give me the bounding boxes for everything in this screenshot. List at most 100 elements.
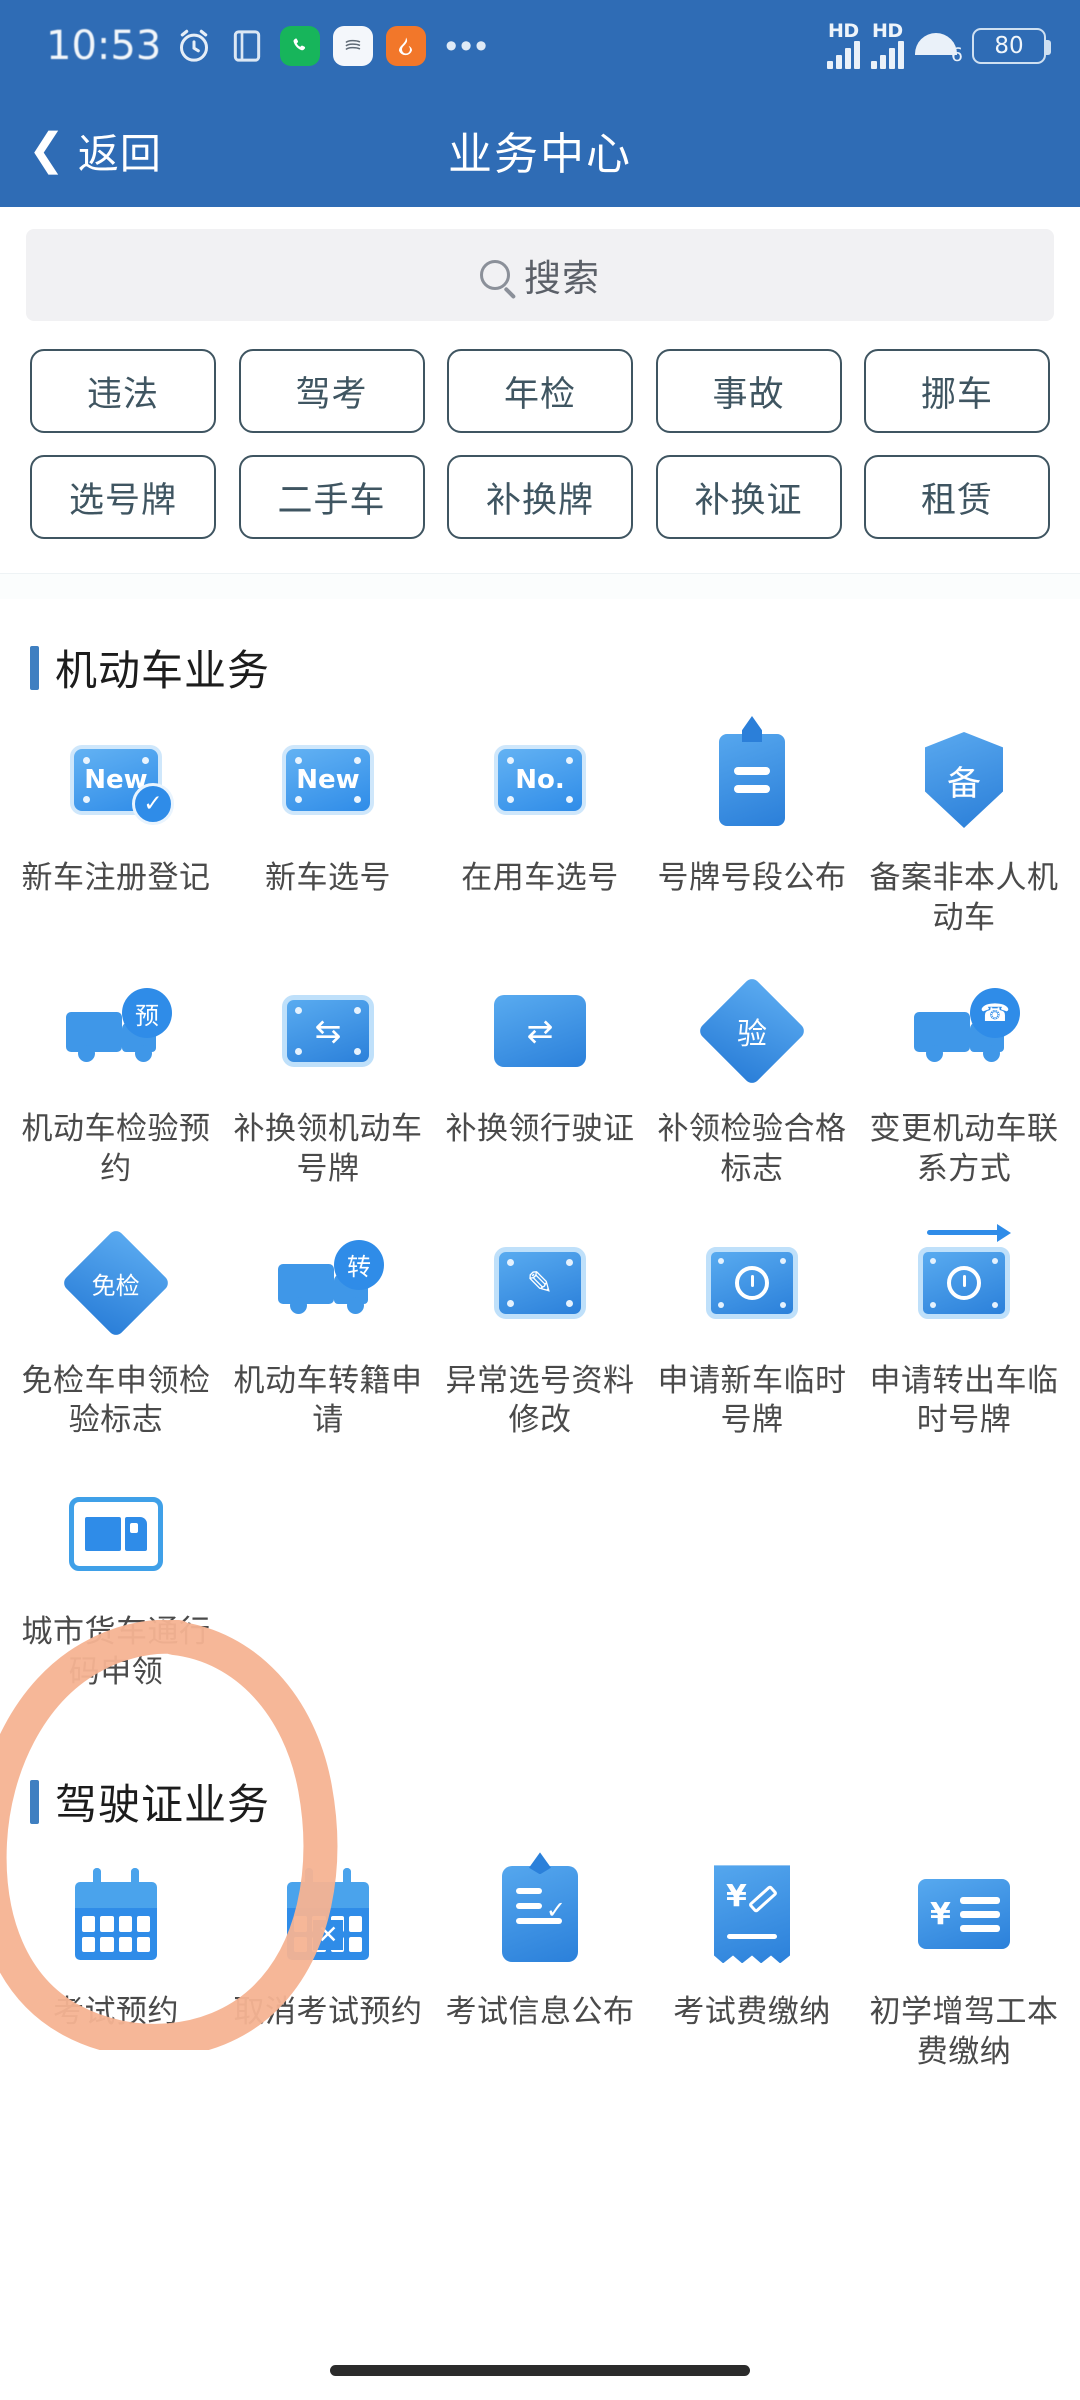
grid-item-label: 新车选号 (265, 860, 391, 895)
grid-item-label: 城市货车通行码申领 (21, 1614, 211, 1689)
grid-item-label: 机动车转籍申请 (233, 1362, 423, 1438)
grid-item-abnormal-plate-data-edit[interactable]: ✎ 异常选号资料修改 (434, 1231, 646, 1440)
grid-item-label: 考试信息公布 (445, 1994, 635, 2030)
grid-item-label: 异常选号资料修改 (445, 1362, 635, 1438)
section-title-vehicle: 机动车业务 (55, 647, 271, 694)
grid-item-apply-new-temp-plate[interactable]: 申请新车临时号牌 (646, 1231, 858, 1440)
grid-item-license-card-fee-payment[interactable]: ¥ 初学增驾工本费缴纳 (858, 1862, 1070, 2071)
city-truck-pass-icon (64, 1482, 168, 1586)
home-indicator[interactable] (330, 2365, 750, 2376)
grid-item-label: 考试预约 (53, 1994, 179, 2030)
clipboard-check-icon: ✓ (488, 1862, 592, 1966)
grid-item-label: 备案非本人机动车 (869, 860, 1059, 935)
plate-number-icon: No. (488, 728, 592, 832)
grid-item-label: 变更机动车联系方式 (869, 1111, 1059, 1187)
grid-item-plate-range-announcement[interactable]: 号牌号段公布 (646, 728, 858, 937)
section-header-license: 驾驶证业务 (0, 1733, 1080, 1862)
page-title: 业务中心 (448, 129, 632, 179)
status-bar-left: 10:53 ••• (46, 23, 827, 69)
calendar-cancel-icon: ✕ (276, 1862, 380, 1966)
grid-item-label: 补换领行驶证 (445, 1111, 635, 1147)
grid-item-label: 免检车申领检验标志 (21, 1362, 211, 1438)
diamond-inspect-icon: 验 (696, 976, 808, 1087)
receipt-pay-icon: ¥ (700, 1862, 804, 1966)
search-section: 搜索 (0, 207, 1080, 321)
grid-item-vehicle-transfer-application[interactable]: 转 机动车转籍申请 (222, 1231, 434, 1440)
quick-tag-shigu[interactable]: 事故 (655, 349, 842, 433)
grid-item-label: 新车注册登记 (21, 860, 211, 895)
grid-item-label: 申请转出车临时号牌 (869, 1362, 1059, 1438)
grid-item-reissue-inspection-mark[interactable]: 验 补领检验合格标志 (646, 976, 858, 1188)
quick-tag-zulin[interactable]: 租赁 (864, 455, 1050, 539)
document-icon (234, 30, 261, 62)
temp-plate-clock-icon (700, 1231, 804, 1335)
search-placeholder: 搜索 (524, 258, 600, 299)
quick-tag-row-1: 违法 驾考 年检 事故 挪车 (30, 349, 1050, 433)
quick-tag-weifa[interactable]: 违法 (30, 349, 216, 433)
section-accent-bar (30, 645, 39, 690)
plate-new-check-icon: New ✓ (64, 728, 174, 832)
phone-app-icon (280, 26, 321, 66)
truck-transfer-icon: 转 (276, 1231, 384, 1335)
hangtag-icon (700, 728, 804, 832)
chevron-left-icon: ❮ (28, 124, 65, 174)
quick-tag-buhuanpai[interactable]: 补换牌 (447, 455, 633, 539)
grid-item-label: 取消考试预约 (233, 1994, 423, 2030)
temp-plate-transfer-out-icon (912, 1223, 1016, 1335)
alarm-clock-icon (180, 29, 209, 62)
grid-item-exam-appointment[interactable]: 考试预约 (10, 1862, 222, 2071)
status-bar-right: HD HD 6 80 (827, 20, 1051, 69)
vehicle-service-grid: New✓ 新车注册登记 New 新车选号 No. 在用车选号 号牌号段公布 备 (0, 728, 1080, 1733)
grid-item-apply-transfer-out-temp-plate[interactable]: 申请转出车临时号牌 (858, 1223, 1070, 1440)
quick-tag-nianjian[interactable]: 年检 (447, 349, 633, 433)
grid-item-change-contact-info[interactable]: ☎ 变更机动车联系方式 (858, 979, 1070, 1188)
grid-item-replace-plate[interactable]: ⇆ 补换领机动车号牌 (222, 979, 434, 1188)
grid-item-inuse-vehicle-plate-select[interactable]: No. 在用车选号 (434, 728, 646, 937)
plate-new-icon: New (276, 728, 380, 832)
quick-tag-xuanhaopai[interactable]: 选号牌 (30, 455, 216, 539)
quick-tag-nuoche[interactable]: 挪车 (864, 349, 1050, 433)
grid-item-label: 机动车检验预约 (21, 1111, 211, 1187)
grid-item-city-truck-pass-code[interactable]: 城市货车通行码申领 (10, 1482, 222, 1691)
grid-item-new-vehicle-registration[interactable]: New ✓ 新车注册登记 (10, 728, 222, 937)
plate-exchange-icon: ⇆ (276, 979, 380, 1083)
diamond-exempt-icon: 免检 (60, 1227, 172, 1338)
quick-tag-row-2: 选号牌 二手车 补换牌 补换证 租赁 (30, 455, 1050, 539)
vehicle-license-exchange-icon: ⇄ (488, 979, 592, 1083)
grid-item-new-vehicle-plate-select[interactable]: New 新车选号 (222, 728, 434, 937)
status-bar-clock: 10:53 (46, 23, 162, 69)
grid-item-label: 号牌号段公布 (657, 860, 847, 895)
calendar-book-icon (64, 1862, 168, 1966)
grid-item-label: 补换领机动车号牌 (233, 1111, 423, 1187)
status-bar: 10:53 ••• HD HD 6 80 (0, 0, 1080, 92)
truck-phone-icon: ☎ (912, 979, 1020, 1083)
grid-item-exam-info-announcement[interactable]: ✓ 考试信息公布 (434, 1862, 646, 2071)
truck-appointment-icon: 预 (64, 979, 172, 1083)
grid-item-label: 补领检验合格标志 (657, 1111, 847, 1187)
grid-item-replace-vehicle-license[interactable]: ⇄ 补换领行驶证 (434, 979, 646, 1188)
signal-1-icon: HD (827, 20, 860, 69)
more-dots-icon: ••• (445, 26, 490, 65)
grid-item-inspection-appointment[interactable]: 预 机动车检验预约 (10, 979, 222, 1188)
search-input[interactable]: 搜索 (26, 229, 1054, 321)
quick-tag-ershouche[interactable]: 二手车 (238, 455, 425, 539)
back-button-label: 返回 (77, 130, 162, 177)
grid-item-label: 在用车选号 (461, 860, 619, 895)
section-divider (0, 573, 1080, 599)
plate-edit-icon: ✎ (488, 1231, 592, 1335)
grid-item-label: 考试费缴纳 (673, 1994, 831, 2030)
grid-item-cancel-exam-appointment[interactable]: ✕ 取消考试预约 (222, 1862, 434, 2071)
app-header: ❮ 返回 业务中心 (0, 92, 1080, 207)
grid-item-record-other-vehicle[interactable]: 备 备案非本人机动车 (858, 728, 1070, 937)
grid-item-label: 初学增驾工本费缴纳 (869, 1994, 1059, 2070)
search-icon (480, 260, 510, 290)
back-button[interactable]: ❮ 返回 (0, 120, 162, 180)
quick-tag-jiakao[interactable]: 驾考 (238, 349, 425, 433)
grid-item-exempt-inspection-mark[interactable]: 免检 免检车申领检验标志 (10, 1227, 222, 1440)
business-center-screen: 10:53 ••• HD HD 6 80 ❮ 返回 业务中心 搜索 违法 驾考 … (0, 0, 1080, 2400)
battery-icon: 80 (972, 28, 1051, 64)
fee-card-icon: ¥ (912, 1862, 1016, 1966)
grid-item-exam-fee-payment[interactable]: ¥ 考试费缴纳 (646, 1862, 858, 2071)
signal-2-icon: HD (871, 20, 904, 69)
quick-tag-buhuanzheng[interactable]: 补换证 (655, 455, 842, 539)
